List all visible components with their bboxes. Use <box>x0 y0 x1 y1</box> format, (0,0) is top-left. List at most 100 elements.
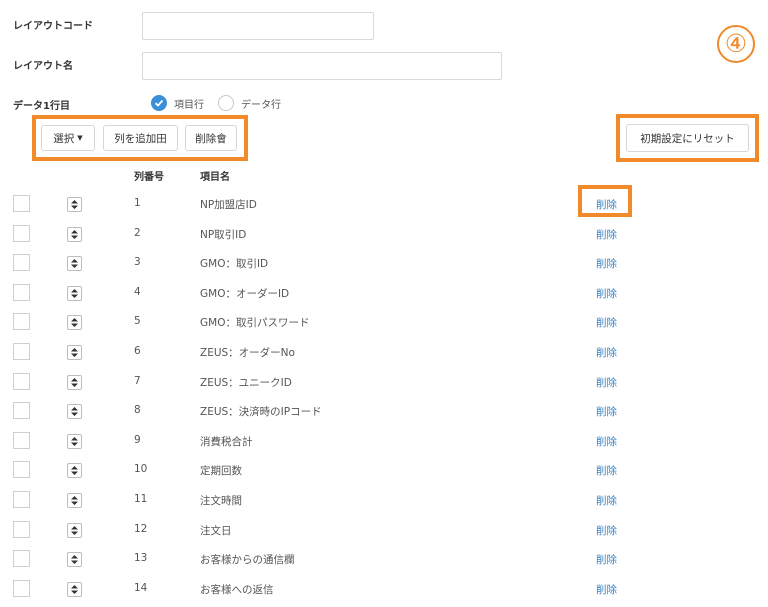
row-checkbox[interactable] <box>13 431 30 449</box>
delete-link[interactable]: 削除 <box>596 197 617 212</box>
table-row: 11 注文時間 削除 <box>0 489 768 519</box>
layout-name-input[interactable] <box>142 52 502 80</box>
item-name: お客様への返信 <box>200 583 274 596</box>
row-checkbox[interactable] <box>13 402 30 420</box>
delete-link[interactable]: 削除 <box>596 286 617 301</box>
radio-data-row-label: データ行 <box>241 99 281 111</box>
table-row: 14 お客様への返信 削除 <box>0 578 768 607</box>
sort-handle-icon[interactable] <box>67 404 82 420</box>
radio-unchecked-icon <box>218 95 234 111</box>
sort-handle-icon[interactable] <box>67 493 82 508</box>
sort-handle-icon[interactable] <box>67 522 82 538</box>
delete-link[interactable]: 削除 <box>596 434 617 449</box>
radio-header-row-label: 項目行 <box>174 99 204 111</box>
row-checkbox[interactable] <box>13 550 30 568</box>
column-number-header: 列番号 <box>134 172 164 183</box>
row-checkbox[interactable] <box>13 254 30 272</box>
column-number: 14 <box>134 581 148 594</box>
sort-handle-icon[interactable] <box>67 315 82 331</box>
first-row-label: データ1行目 <box>13 101 70 112</box>
delete-link[interactable]: 削除 <box>596 404 617 419</box>
sort-handle-icon[interactable] <box>67 226 82 242</box>
step-number-badge: ④ <box>717 25 755 63</box>
column-number: 10 <box>134 463 148 476</box>
item-name: ZEUS：決済時のIPコード <box>200 406 322 419</box>
layout-code-input[interactable] <box>142 12 374 40</box>
table-row: 1 NP加盟店ID 削除 <box>0 193 768 223</box>
layout-code-label: レイアウトコード <box>13 21 93 32</box>
select-dropdown-button[interactable]: 選択 ▼ <box>41 125 95 151</box>
add-column-button[interactable]: 列を追加田 <box>103 125 178 151</box>
reset-to-default-button[interactable]: 初期設定にリセット <box>626 124 749 152</box>
row-checkbox[interactable] <box>13 283 30 301</box>
item-name: NP加盟店ID <box>200 199 257 211</box>
sort-handle-icon[interactable] <box>67 256 82 272</box>
delete-selected-button[interactable]: 削除會 <box>185 125 237 151</box>
column-number: 7 <box>134 374 141 387</box>
row-checkbox[interactable] <box>13 372 30 390</box>
column-number: 2 <box>134 226 141 239</box>
select-label: 選択 <box>53 132 75 145</box>
first-row-radio-group: 項目行 データ行 <box>151 95 295 111</box>
sort-handle-icon[interactable] <box>67 285 82 301</box>
column-number: 9 <box>134 433 141 446</box>
radio-data-row[interactable]: データ行 <box>218 95 281 111</box>
table-row: 5 GMO：取引パスワード 削除 <box>0 311 768 341</box>
delete-link[interactable]: 削除 <box>596 375 617 390</box>
row-checkbox[interactable] <box>13 313 30 331</box>
column-number: 6 <box>134 345 141 357</box>
column-number: 3 <box>134 256 141 269</box>
sort-handle-icon[interactable] <box>67 463 82 479</box>
item-name-header: 項目名 <box>200 172 230 183</box>
table-row: 12 注文日 削除 <box>0 519 768 549</box>
delete-link[interactable]: 削除 <box>596 582 617 597</box>
radio-checked-icon <box>151 95 167 111</box>
row-checkbox[interactable] <box>13 520 30 538</box>
item-name: 消費税合計 <box>200 435 253 448</box>
row-checkbox[interactable] <box>13 343 30 360</box>
table-row: 9 消費税合計 削除 <box>0 430 768 460</box>
delete-link[interactable]: 削除 <box>596 256 617 271</box>
column-number: 5 <box>134 315 141 328</box>
item-name: NP取引ID <box>200 228 247 241</box>
sort-handle-icon[interactable] <box>67 581 82 597</box>
delete-link[interactable]: 削除 <box>596 552 617 567</box>
item-name: ZEUS：オーダーNo <box>200 347 295 359</box>
table-row: 4 GMO：オーダーID 削除 <box>0 282 768 312</box>
item-name: ZEUS：ユニークID <box>200 376 292 389</box>
item-name: 注文時間 <box>200 495 242 507</box>
layout-name-label: レイアウト名 <box>13 61 73 72</box>
row-checkbox[interactable] <box>13 224 30 242</box>
sort-handle-icon[interactable] <box>67 374 82 390</box>
row-checkbox[interactable] <box>13 461 30 479</box>
item-name: 定期回数 <box>200 465 242 478</box>
item-name: お客様からの通信欄 <box>200 554 295 567</box>
sort-handle-icon[interactable] <box>67 197 82 212</box>
item-name: 注文日 <box>200 524 232 537</box>
delete-link[interactable]: 削除 <box>596 345 617 360</box>
delete-link[interactable]: 削除 <box>596 315 617 330</box>
column-number: 12 <box>134 522 148 535</box>
row-checkbox[interactable] <box>13 579 30 597</box>
radio-header-row[interactable]: 項目行 <box>151 95 204 111</box>
table-row: 6 ZEUS：オーダーNo 削除 <box>0 341 768 371</box>
sort-handle-icon[interactable] <box>67 345 82 360</box>
table-row: 7 ZEUS：ユニークID 削除 <box>0 371 768 401</box>
item-name: GMO：オーダーID <box>200 287 290 300</box>
row-checkbox[interactable] <box>13 195 30 212</box>
sort-handle-icon[interactable] <box>67 552 82 568</box>
delete-link[interactable]: 削除 <box>596 227 617 242</box>
table-row: 10 定期回数 削除 <box>0 459 768 489</box>
table-row: 3 GMO：取引ID 削除 <box>0 252 768 282</box>
column-number: 1 <box>134 197 141 209</box>
table-row: 8 ZEUS：決済時のIPコード 削除 <box>0 400 768 430</box>
caret-down-icon: ▼ <box>77 134 83 142</box>
delete-link[interactable]: 削除 <box>596 523 617 538</box>
sort-handle-icon[interactable] <box>67 433 82 449</box>
item-name: GMO：取引ID <box>200 258 269 271</box>
row-checkbox[interactable] <box>13 491 30 508</box>
column-number: 8 <box>134 404 141 417</box>
delete-link[interactable]: 削除 <box>596 493 617 508</box>
delete-link[interactable]: 削除 <box>596 463 617 478</box>
column-number: 13 <box>134 552 148 565</box>
